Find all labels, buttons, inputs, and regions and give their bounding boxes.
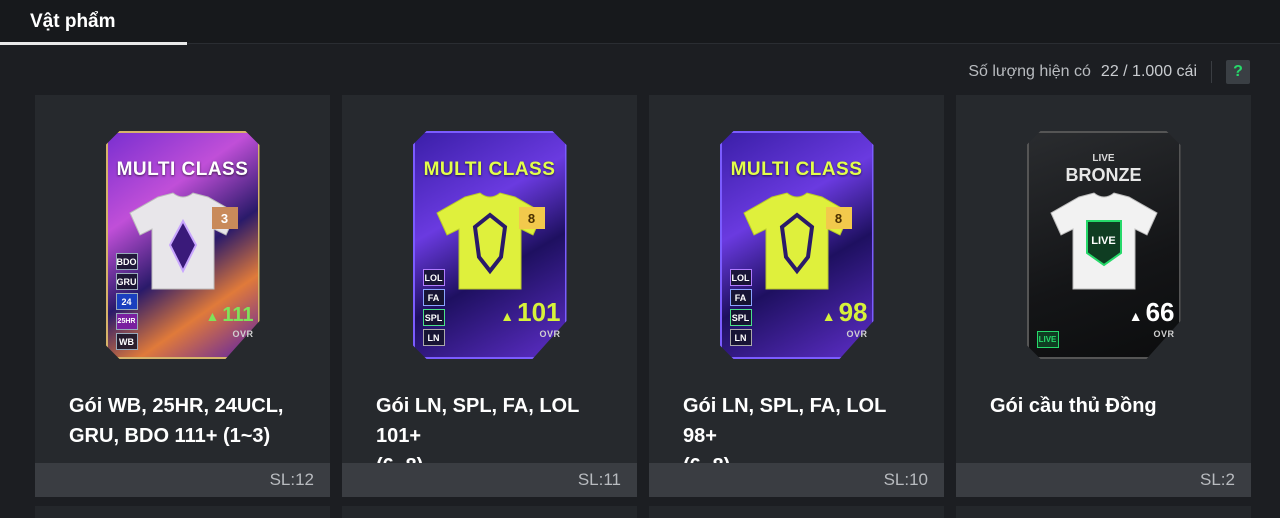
item-quantity: SL:12 — [35, 463, 330, 497]
ovr-value: 98 — [838, 297, 868, 327]
level-badge: 8 — [518, 207, 545, 229]
tag: FA — [729, 289, 752, 306]
tab-items-label: Vật phẩm — [30, 11, 116, 32]
tag: FA — [422, 289, 445, 306]
item-name-line: Gói WB, 25HR, 24UCL, — [69, 395, 284, 417]
pack-card: MULTI CLASS 8 LOL FA SPL LN ▲ 101 OVR — [412, 131, 567, 359]
tag: LOL — [422, 269, 445, 286]
inventory-count-label: Số lượng hiện có — [968, 63, 1091, 80]
inventory-count-value: 22 / 1.000 cái — [1100, 63, 1197, 80]
tab-items[interactable]: Vật phẩm — [0, 0, 187, 45]
pack-subtitle: LIVE — [1092, 153, 1115, 164]
pack-card: MULTI CLASS 8 LOL FA SPL LN ▲ 98 OVR — [719, 131, 874, 359]
item-name-line: GRU, BDO 111+ (1~3) — [69, 425, 271, 447]
item-quantity: SL:2 — [956, 463, 1251, 497]
item-name-line: Gói LN, SPL, FA, LOL 101+ — [376, 395, 579, 447]
tag-list: LIVE — [1036, 331, 1059, 348]
tag-list: BDO GRU 24 25HR WB — [115, 253, 138, 350]
next-row-card[interactable] — [649, 506, 944, 518]
tag-list: LOL FA SPL LN — [729, 269, 752, 346]
pack-art: MULTI CLASS 8 LOL FA SPL LN ▲ 98 OVR — [649, 95, 944, 365]
tag: GRU — [115, 273, 138, 290]
next-row-card[interactable] — [342, 506, 637, 518]
shirt-icon — [742, 192, 851, 290]
item-card[interactable]: MULTI CLASS 3 BDO GRU 24 25HR WB ▲ 111 O… — [35, 95, 330, 497]
ovr-value: 66 — [1145, 297, 1175, 327]
help-icon: ? — [1233, 63, 1243, 80]
ovr-value: 111 — [222, 304, 254, 326]
help-button[interactable]: ? — [1226, 60, 1250, 84]
ovr-label: OVR — [1153, 329, 1175, 339]
pack-art: LIVE BRONZE LIVE LIVE ▲ 66 OVR — [956, 95, 1251, 365]
tag: SPL — [729, 309, 752, 326]
pack-card: MULTI CLASS 3 BDO GRU 24 25HR WB ▲ 111 O… — [105, 131, 260, 359]
tag: LOL — [729, 269, 752, 286]
item-name: Gói WB, 25HR, 24UCL, GRU, BDO 111+ (1~3) — [69, 391, 309, 451]
arrow-up-icon: ▲ — [1128, 308, 1143, 324]
ovr-block: ▲ 66 OVR — [1129, 299, 1175, 339]
item-card[interactable]: MULTI CLASS 8 LOL FA SPL LN ▲ 101 OVR Gó… — [342, 95, 637, 497]
tag: LN — [422, 329, 445, 346]
ovr-block: ▲ 98 OVR — [822, 299, 868, 339]
ovr-block: ▲ 111 OVR — [205, 302, 253, 339]
pack-title: MULTI CLASS — [116, 159, 249, 180]
tag-list: LOL FA SPL LN — [422, 269, 445, 346]
tag: 25HR — [115, 313, 138, 330]
tag: 24 — [115, 293, 138, 310]
ovr-label: OVR — [846, 329, 868, 339]
ovr-value: 101 — [517, 297, 561, 327]
item-name-line: Gói cầu thủ Đồng — [990, 395, 1157, 417]
next-row-card[interactable] — [956, 506, 1251, 518]
arrow-up-icon: ▲ — [205, 308, 220, 324]
arrow-up-icon: ▲ — [821, 308, 836, 324]
pack-title: MULTI CLASS — [730, 159, 863, 180]
arrow-up-icon: ▲ — [500, 308, 515, 324]
tag: LIVE — [1036, 331, 1059, 348]
item-card[interactable]: MULTI CLASS 8 LOL FA SPL LN ▲ 98 OVR Gói… — [649, 95, 944, 497]
tag: BDO — [115, 253, 138, 270]
ovr-label: OVR — [232, 329, 254, 339]
level-badge: 3 — [211, 207, 238, 229]
shirt-icon — [128, 192, 237, 290]
pack-card: LIVE BRONZE LIVE LIVE ▲ 66 OVR — [1026, 131, 1181, 359]
tag: WB — [115, 333, 138, 350]
pack-title: BRONZE — [1065, 165, 1142, 185]
level-badge: 8 — [825, 207, 852, 229]
tag: LN — [729, 329, 752, 346]
item-quantity: SL:11 — [342, 463, 637, 497]
tag: SPL — [422, 309, 445, 326]
item-card[interactable]: LIVE BRONZE LIVE LIVE ▲ 66 OVR Gói cầu t… — [956, 95, 1251, 497]
inventory-status: Số lượng hiện có 22 / 1.000 cái ? — [968, 58, 1250, 86]
shirt-icon — [435, 192, 544, 290]
divider — [1211, 61, 1212, 83]
pack-title: MULTI CLASS — [423, 159, 556, 180]
shirt-badge: LIVE — [1091, 235, 1116, 247]
item-name-line: Gói LN, SPL, FA, LOL 98+ — [683, 395, 886, 447]
top-bar: Vật phẩm — [0, 0, 1280, 45]
ovr-block: ▲ 101 OVR — [500, 299, 560, 339]
ovr-label: OVR — [539, 329, 561, 339]
item-quantity: SL:10 — [649, 463, 944, 497]
tab-active-indicator — [0, 42, 187, 45]
pack-art: MULTI CLASS 8 LOL FA SPL LN ▲ 101 OVR — [342, 95, 637, 365]
next-row-card[interactable] — [35, 506, 330, 518]
item-name: Gói cầu thủ Đồng — [990, 391, 1230, 421]
pack-art: MULTI CLASS 3 BDO GRU 24 25HR WB ▲ 111 O… — [35, 95, 330, 365]
